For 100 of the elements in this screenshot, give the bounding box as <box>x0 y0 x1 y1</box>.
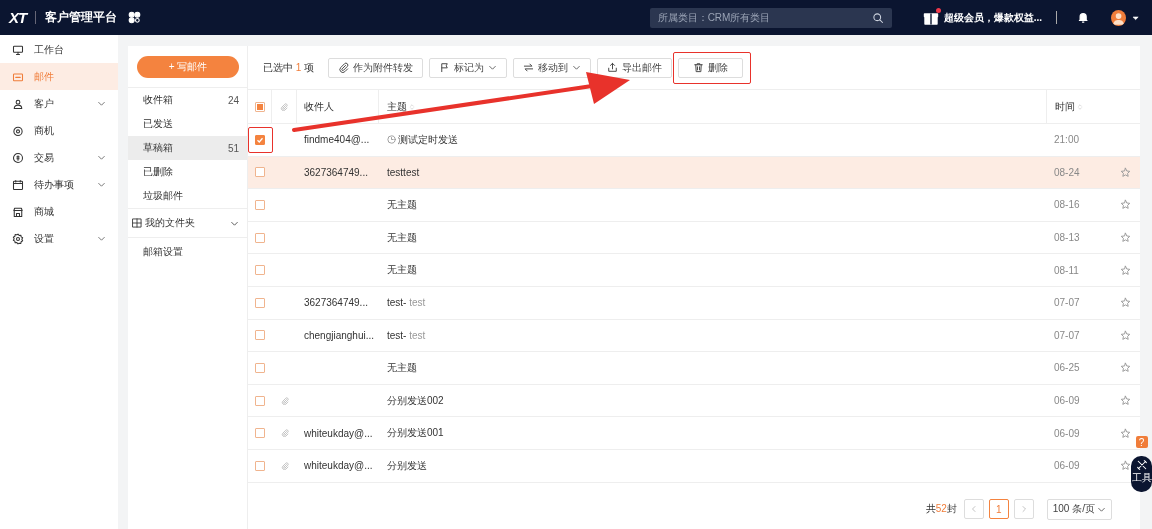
star-icon[interactable] <box>1119 427 1131 439</box>
table-cell: 无主题 <box>387 198 417 212</box>
swap-arrows-icon <box>523 62 535 73</box>
checkbox[interactable] <box>255 460 265 471</box>
table-cell: whiteukday@... <box>304 427 373 439</box>
nav-item[interactable]: 工作台 <box>0 36 118 63</box>
table-cell: 分别发送001 <box>387 426 444 441</box>
folder-item[interactable]: 垃圾邮件 <box>128 184 247 208</box>
nav-item[interactable]: 待办事项 <box>0 171 118 198</box>
checkbox[interactable] <box>255 428 265 439</box>
folder-group[interactable]: 我的文件夹 <box>128 209 247 238</box>
checkbox[interactable] <box>255 297 265 308</box>
store-icon <box>12 205 24 218</box>
folder-item[interactable]: 已发送 <box>128 112 247 136</box>
table-cell: whiteukday@... <box>304 460 373 472</box>
search-field[interactable]: 所属类目：CRM所有类目 <box>649 7 892 28</box>
nav-item[interactable]: 客户 <box>0 90 118 117</box>
table-cell: 06-09 <box>1054 395 1080 407</box>
table-cell: test- test <box>387 297 426 309</box>
chevron-left-icon <box>969 505 978 513</box>
star-icon[interactable] <box>1119 362 1131 374</box>
table-cell: testtest <box>387 166 420 178</box>
toolbar-button[interactable]: 作为附件转发 <box>328 57 424 78</box>
table-cell: 21:00 <box>1054 134 1080 146</box>
star-icon[interactable] <box>1119 395 1131 407</box>
table-cell: 分别发送002 <box>387 393 444 408</box>
checkbox[interactable] <box>255 362 265 373</box>
checkbox[interactable] <box>255 395 265 406</box>
folder-item[interactable]: 收件箱 24 <box>128 88 247 112</box>
mailbox-settings-link[interactable]: 邮箱设置 <box>128 238 247 266</box>
table-cell: 测试定时发送 <box>398 132 458 147</box>
column-header: 主题 <box>387 99 407 114</box>
selection-count: 已选中 1 项 <box>263 60 315 75</box>
app-title: 客户管理平台 <box>45 9 118 26</box>
checkbox[interactable] <box>255 200 265 210</box>
table-cell: 06-09 <box>1054 427 1080 439</box>
table-cell: findme404@... <box>304 134 370 146</box>
nav-item[interactable]: 设置 <box>0 225 118 252</box>
paperclip-icon <box>338 62 350 73</box>
star-icon[interactable] <box>1119 460 1131 472</box>
checkbox[interactable] <box>255 167 265 178</box>
checkbox[interactable] <box>255 232 265 243</box>
trash-icon <box>693 62 705 73</box>
table-cell: 无主题 <box>387 360 417 375</box>
tools-icon <box>1135 459 1148 471</box>
table-cell: 无主题 <box>387 230 417 245</box>
promo-link[interactable]: 超级会员，爆款权益... <box>943 10 1042 25</box>
table-cell: 08-13 <box>1054 232 1080 244</box>
sort-icon <box>409 102 415 111</box>
nav-item[interactable]: 商机 <box>0 117 118 144</box>
coin-icon <box>12 151 24 164</box>
table-cell: 08-16 <box>1054 199 1080 211</box>
star-icon[interactable] <box>1119 297 1131 309</box>
star-icon[interactable] <box>1119 232 1131 244</box>
next-page-button[interactable] <box>1013 499 1034 519</box>
checkbox[interactable] <box>254 101 265 112</box>
checkbox[interactable] <box>255 265 265 276</box>
page-size-select[interactable]: 100 条/页 <box>1046 498 1112 520</box>
folder-item[interactable]: 草稿箱 51 <box>128 136 247 160</box>
plus-square-icon <box>132 218 142 228</box>
sort-icon <box>1077 102 1083 111</box>
person-icon <box>12 97 24 110</box>
table-cell: 08-24 <box>1054 166 1080 178</box>
bell-icon <box>1076 11 1090 24</box>
folder-count: 24 <box>227 94 239 106</box>
table-cell: 06-25 <box>1054 362 1080 374</box>
monitor-icon <box>12 43 24 56</box>
avatar[interactable] <box>1111 9 1127 26</box>
chevron-right-icon <box>1019 505 1028 513</box>
table-cell: chengjianghui... <box>304 329 375 341</box>
flag-icon <box>439 62 451 73</box>
star-icon[interactable] <box>1119 264 1131 276</box>
previous-page-button[interactable] <box>963 499 984 519</box>
checkbox[interactable] <box>255 134 265 145</box>
upload-icon <box>607 62 619 73</box>
star-icon[interactable] <box>1119 199 1131 211</box>
star-icon[interactable] <box>1119 329 1131 341</box>
logo: XT <box>9 9 27 26</box>
search-icon <box>871 11 884 24</box>
table-cell: 分别发送 <box>387 458 427 473</box>
nav-item[interactable]: 商城 <box>0 198 118 225</box>
grid-icon <box>128 11 142 24</box>
toolbar-button[interactable]: 删除 <box>678 57 744 78</box>
folder-item[interactable]: 已删除 <box>128 160 247 184</box>
total-count: 共52封 <box>925 502 957 516</box>
checkbox[interactable] <box>255 330 265 341</box>
table-cell: 3627364749... <box>304 297 368 309</box>
gear-icon <box>12 232 24 245</box>
table-cell: test- test <box>387 329 426 341</box>
star-icon[interactable] <box>1119 166 1131 178</box>
tools-button[interactable]: 工具 <box>1131 456 1152 492</box>
table-cell: 06-09 <box>1054 460 1080 472</box>
nav-item[interactable]: 交易 <box>0 144 118 171</box>
envelope-icon <box>12 70 24 83</box>
target-icon <box>12 124 24 137</box>
toolbar-button[interactable]: 标记为 <box>429 57 508 78</box>
toolbar-button[interactable]: 导出邮件 <box>597 57 673 78</box>
column-header: 时间 <box>1055 99 1075 114</box>
toolbar-button[interactable]: 移动到 <box>513 57 592 78</box>
folder-count: 51 <box>227 142 239 154</box>
